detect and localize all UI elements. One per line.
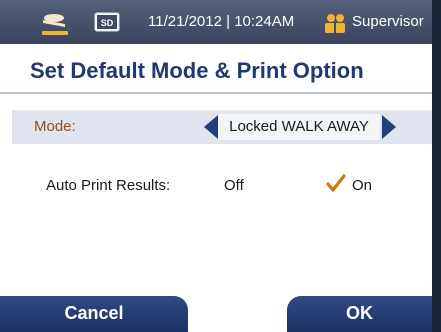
- user-group-icon: [325, 14, 345, 33]
- auto-print-off-option[interactable]: Off: [224, 177, 244, 194]
- instrument-icon: [42, 14, 68, 35]
- auto-print-on-option[interactable]: On: [352, 177, 372, 194]
- arrow-right-icon[interactable]: [382, 115, 396, 139]
- title-divider: [0, 92, 432, 94]
- screen: SD 11/21/2012 | 10:24AM Supervisor Set D…: [0, 0, 441, 332]
- sd-card-icon: SD: [94, 12, 120, 32]
- status-user: Supervisor: [352, 13, 424, 30]
- arrow-left-icon[interactable]: [204, 115, 218, 139]
- ok-button[interactable]: OK: [287, 296, 432, 332]
- sd-label: SD: [101, 18, 114, 28]
- checkmark-icon: [326, 174, 346, 192]
- screen-edge: [432, 0, 441, 332]
- page-title: Set Default Mode & Print Option: [30, 58, 364, 83]
- mode-label: Mode:: [34, 118, 76, 135]
- mode-value[interactable]: Locked WALK AWAY: [218, 114, 380, 140]
- status-datetime: 11/21/2012 | 10:24AM: [148, 13, 295, 30]
- auto-print-label: Auto Print Results:: [46, 177, 171, 194]
- cancel-button[interactable]: Cancel: [0, 296, 188, 332]
- status-bar: SD 11/21/2012 | 10:24AM Supervisor: [0, 0, 432, 44]
